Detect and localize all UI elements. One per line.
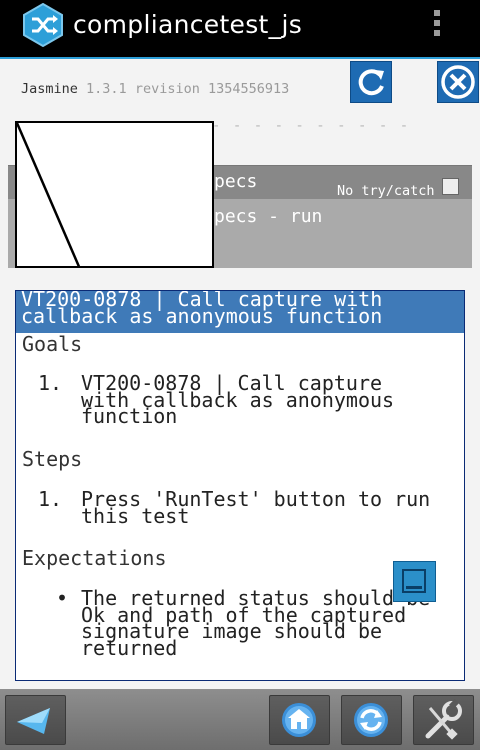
bottom-toolbar: [0, 689, 480, 750]
home-icon: [282, 703, 316, 737]
action-bar: compliancetest_js: [0, 0, 480, 59]
step-number: 1.: [38, 487, 63, 511]
goals-heading: Goals: [22, 332, 83, 356]
signature-stroke: [15, 122, 82, 270]
expectation-item: The returned status should be Ok and pat…: [81, 588, 430, 657]
goal-number: 1.: [38, 371, 63, 395]
close-button[interactable]: [437, 61, 479, 103]
step-item: Press 'RunTest' button to run this test: [81, 489, 430, 525]
test-title-bar: VT200-0878 | Call capture with callback …: [16, 291, 464, 333]
goal-item: VT200-0878 | Call capture with callback …: [81, 373, 394, 425]
signature-capture-box[interactable]: [15, 121, 214, 270]
no-try-catch-label: No try/catch: [337, 183, 435, 199]
jasmine-banner: Jasmine 1.3.1 revision 1354556913: [21, 81, 289, 97]
specs-header-text: pecs: [214, 171, 258, 192]
reporter-dashes: - - - - - - - - - -: [212, 118, 411, 134]
refresh-button[interactable]: [350, 61, 392, 103]
steps-heading: Steps: [22, 447, 83, 471]
expectations-heading: Expectations: [22, 546, 167, 570]
specs-run-text: pecs - run: [214, 206, 323, 227]
float-window-button[interactable]: [393, 561, 436, 602]
sync-icon: [354, 703, 388, 737]
app-title: compliancetest_js: [73, 10, 303, 39]
back-button[interactable]: [5, 695, 66, 745]
home-button[interactable]: [269, 695, 330, 745]
test-title: VT200-0878 | Call capture with callback …: [21, 290, 383, 328]
no-try-catch-checkbox[interactable]: [442, 178, 459, 195]
settings-wrench-icon: [425, 699, 462, 740]
jasmine-name: Jasmine: [21, 81, 78, 97]
overflow-menu-icon[interactable]: [430, 10, 444, 40]
refresh-icon: [358, 69, 384, 96]
sync-button[interactable]: [341, 695, 402, 745]
test-description-panel: VT200-0878 | Call capture with callback …: [15, 290, 465, 681]
settings-button[interactable]: [413, 695, 474, 745]
window-icon: [402, 569, 426, 593]
jasmine-version: 1.3.1 revision 1354556913: [86, 81, 290, 97]
back-arrow-icon: [17, 708, 50, 734]
app-icon[interactable]: [22, 2, 64, 48]
expectation-bullet: •: [56, 586, 69, 610]
close-icon: [441, 65, 475, 99]
